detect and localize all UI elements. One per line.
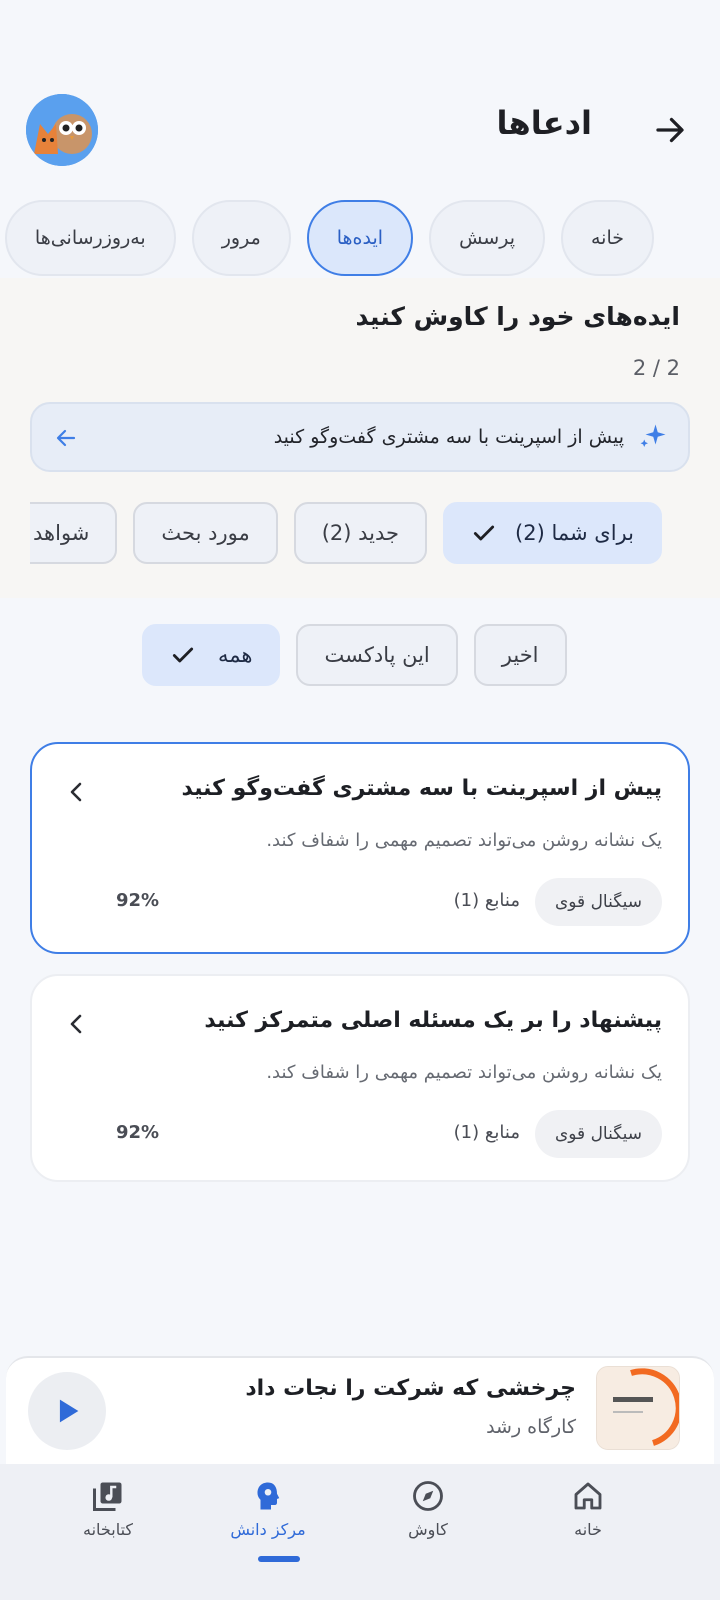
tab-ask[interactable]: پرسش — [429, 200, 545, 276]
library-music-icon — [93, 1482, 122, 1511]
avatar[interactable] — [26, 94, 98, 166]
chip-new[interactable]: جدید (2) — [293, 502, 428, 564]
owl-fox-avatar-icon — [26, 94, 98, 166]
chip-discussed[interactable]: مورد بحث — [133, 502, 278, 564]
idea-banner[interactable]: پیش از اسپرینت با سه مشتری گفت‌وگو کنید — [30, 402, 690, 472]
page-title: ادعاها — [496, 104, 592, 142]
nav-library-label: کتابخانه — [83, 1520, 134, 1539]
confidence-value: 92% — [116, 890, 160, 911]
nav-knowledge-center[interactable]: مرکز دانش — [198, 1478, 338, 1539]
nav-explore-label: کاوش — [408, 1520, 448, 1539]
arrow-right-icon — [656, 117, 684, 143]
idea-banner-text: پیش از اسپرینت با سه مشتری گفت‌وگو کنید — [273, 426, 624, 448]
sparkle-icon — [638, 422, 668, 456]
idea-card-description: یک نشانه روشن می‌تواند تصمیم مهمی را شفا… — [266, 830, 662, 851]
chip-for-you-label: برای شما (2) — [515, 521, 634, 545]
nav-library[interactable]: کتابخانه — [38, 1478, 178, 1539]
ideas-title: ایده‌های خود را کاوش کنید — [355, 302, 680, 331]
play-button[interactable] — [28, 1372, 106, 1450]
chevron-left-icon — [66, 780, 86, 808]
episode-thumbnail — [596, 1366, 680, 1450]
check-icon — [473, 525, 495, 541]
bottom-navigation: خانه کاوش مرکز دانش کتابخانه — [0, 1464, 720, 1600]
idea-card-title: پیشنهاد را بر یک مسئله اصلی متمرکز کنید — [204, 1008, 662, 1033]
play-icon — [59, 1399, 79, 1423]
ideas-count: 2 / 2 — [632, 356, 680, 380]
back-button[interactable] — [640, 106, 700, 154]
idea-card-title: پیش از اسپرینت با سه مشتری گفت‌وگو کنید — [181, 776, 662, 801]
nav-home-label: خانه — [574, 1520, 602, 1539]
tab-ideas[interactable]: ایده‌ها — [306, 200, 414, 276]
tab-home[interactable]: خانه — [560, 200, 654, 276]
compass-icon — [413, 1481, 443, 1511]
check-icon — [172, 647, 194, 663]
idea-card[interactable]: پیش از اسپرینت با سه مشتری گفت‌وگو کنید … — [30, 742, 690, 954]
tab-review[interactable]: مرور — [191, 200, 291, 276]
mini-player[interactable]: چرخشی که شرکت را نجات داد کارگاه رشد — [6, 1356, 714, 1464]
nav-home[interactable]: خانه — [518, 1478, 658, 1539]
sources-count[interactable]: منابع (1) — [454, 1122, 520, 1143]
nav-active-indicator — [258, 1556, 300, 1562]
nav-explore[interactable]: کاوش — [358, 1478, 498, 1539]
player-subtitle: کارگاه رشد — [486, 1416, 576, 1438]
idea-chips-scroller[interactable]: برای شما (2) جدید (2) مورد بحث شواهد — [30, 498, 662, 568]
confidence-value: 92% — [116, 1122, 160, 1143]
filter-all[interactable]: همه — [142, 624, 281, 686]
chip-for-you[interactable]: برای شما (2) — [443, 502, 662, 564]
chip-evidence[interactable]: شواهد — [30, 502, 118, 564]
filter-row: همه این پادکست اخیر — [142, 624, 567, 686]
filter-all-label: همه — [218, 643, 253, 667]
nav-knowledge-center-label: مرکز دانش — [230, 1520, 306, 1539]
sources-count[interactable]: منابع (1) — [454, 890, 520, 911]
filter-this-podcast[interactable]: این پادکست — [296, 624, 458, 686]
arrow-left-icon — [54, 426, 78, 454]
brain-head-icon — [257, 1482, 280, 1510]
filter-recent[interactable]: اخیر — [473, 624, 567, 686]
idea-card[interactable]: پیشنهاد را بر یک مسئله اصلی متمرکز کنید … — [30, 974, 690, 1182]
tab-updates[interactable]: به‌روزرسانی‌ها — [4, 200, 176, 276]
home-icon — [574, 1482, 602, 1510]
signal-badge: سیگنال قوی — [534, 1110, 662, 1158]
signal-badge: سیگنال قوی — [534, 878, 662, 926]
section-tabs: خانه پرسش ایده‌ها مرور به‌روزرسانی‌ها — [4, 200, 654, 276]
player-title: چرخشی که شرکت را نجات داد — [245, 1376, 576, 1401]
idea-card-description: یک نشانه روشن می‌تواند تصمیم مهمی را شفا… — [266, 1062, 662, 1083]
chevron-left-icon — [66, 1012, 86, 1040]
